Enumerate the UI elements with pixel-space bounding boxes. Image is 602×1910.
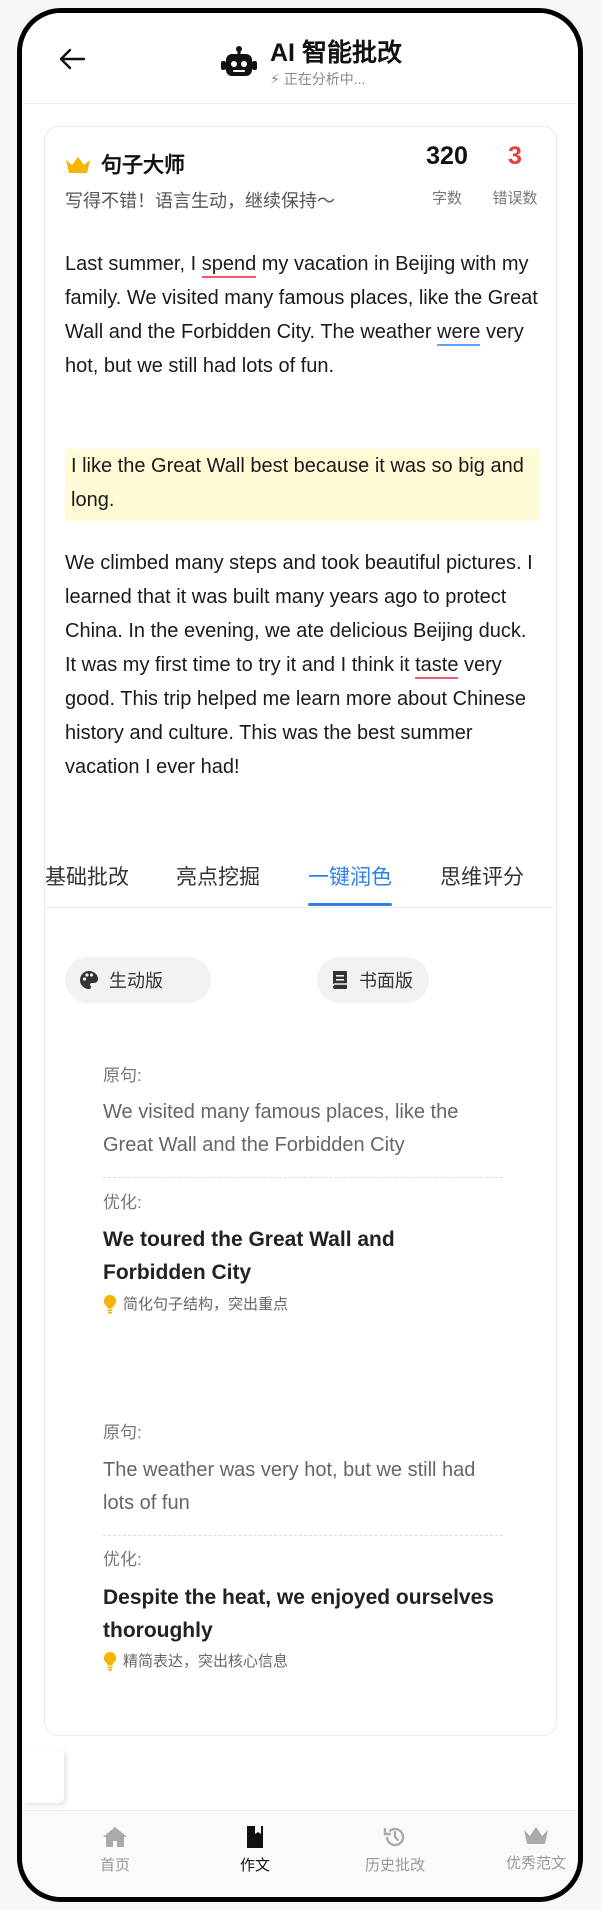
- nav-essay[interactable]: 作文: [195, 1825, 315, 1875]
- lightbulb-icon: [103, 1294, 117, 1314]
- tab-highlights[interactable]: 亮点挖掘: [176, 861, 260, 891]
- grammar-error-mark[interactable]: taste: [415, 654, 459, 679]
- crown-icon: [66, 157, 90, 173]
- grammar-error-mark[interactable]: were: [437, 321, 481, 346]
- active-tab-indicator: [308, 903, 392, 906]
- original-label: 原句:: [103, 1423, 142, 1442]
- phone-frame: AI 智能批改 ⚡ 正在分析中... 句子大师 写得不错！语言生动，继续保持～ …: [17, 8, 583, 1902]
- error-count-value: 3: [508, 142, 522, 170]
- suggestion-tip: 精简表达，突出核心信息: [103, 1650, 288, 1671]
- tab-basic[interactable]: 基础批改: [45, 861, 129, 891]
- grade-comment: 写得不错！语言生动，继续保持～: [65, 191, 335, 211]
- essay-paragraph-1: Last summer, I spend my vacation in Beij…: [65, 247, 540, 383]
- analysis-status: ⚡ 正在分析中...: [270, 71, 366, 87]
- home-icon: [103, 1827, 127, 1847]
- formal-style-button[interactable]: 书面版: [317, 957, 429, 1003]
- optimized-sentence[interactable]: Despite the heat, we enjoyed ourselves t…: [103, 1581, 503, 1647]
- grade-title: 句子大师: [101, 154, 185, 177]
- header: AI 智能批改 ⚡ 正在分析中...: [22, 13, 578, 104]
- nav-home[interactable]: 首页: [55, 1825, 175, 1875]
- nav-history-label: 历史批改: [364, 1857, 425, 1874]
- nav-history[interactable]: 历史批改: [335, 1825, 455, 1875]
- original-label: 原句:: [103, 1066, 142, 1085]
- vivid-style-label: 生动版: [109, 971, 163, 991]
- error-count-label: 错误数: [492, 190, 538, 207]
- tip-text: 精简表达，突出核心信息: [123, 1653, 289, 1670]
- bottom-nav: 首页 作文 历史批改 优秀范文: [22, 1810, 578, 1897]
- side-drawer-handle[interactable]: [22, 1749, 64, 1803]
- tab-polish[interactable]: 一键润色: [308, 861, 392, 891]
- optimized-sentence[interactable]: We toured the Great Wall and Forbidden C…: [103, 1223, 503, 1289]
- nav-excellent-label: 优秀范文: [505, 1855, 566, 1872]
- page-title: AI 智能批改: [270, 39, 402, 67]
- nav-essay-label: 作文: [239, 1857, 270, 1874]
- robot-icon: [221, 46, 257, 76]
- highlight-sentence[interactable]: I like the Great Wall best because it wa…: [65, 449, 540, 521]
- nav-home-label: 首页: [99, 1857, 130, 1874]
- suggestion-divider: [103, 1535, 503, 1536]
- crown-icon: [524, 1827, 548, 1844]
- formal-style-label: 书面版: [359, 971, 413, 991]
- grammar-error-mark[interactable]: spend: [201, 253, 257, 278]
- palette-icon: [80, 971, 98, 989]
- suggestion-divider: [103, 1177, 503, 1178]
- optimized-label: 优化:: [103, 1193, 142, 1212]
- book-icon: [247, 1826, 263, 1848]
- vivid-style-button[interactable]: 生动版: [65, 957, 211, 1003]
- suggestion-tip: 简化句子结构，突出重点: [103, 1293, 288, 1314]
- lightbulb-icon: [103, 1651, 117, 1671]
- book-icon: [332, 971, 347, 989]
- optimized-label: 优化:: [103, 1550, 142, 1569]
- nav-excellent[interactable]: 优秀范文: [476, 1825, 578, 1873]
- essay-paragraph-3: We climbed many steps and took beautiful…: [65, 546, 540, 784]
- tab-thinking[interactable]: 思维评分: [440, 861, 524, 891]
- history-icon: [383, 1827, 405, 1847]
- back-arrow-icon[interactable]: [54, 41, 90, 77]
- original-sentence: The weather was very hot, but we still h…: [103, 1459, 476, 1514]
- tip-text: 简化句子结构，突出重点: [123, 1296, 289, 1313]
- original-sentence: We visited many famous places, like the …: [103, 1101, 459, 1156]
- tab-bar: 基础批改 亮点挖掘 一键润色 思维评分: [45, 855, 556, 908]
- essay-text: Last summer, I: [65, 253, 202, 275]
- essay-card: 句子大师 写得不错！语言生动，继续保持～ 320 字数 3 错误数 Last s…: [44, 126, 557, 1736]
